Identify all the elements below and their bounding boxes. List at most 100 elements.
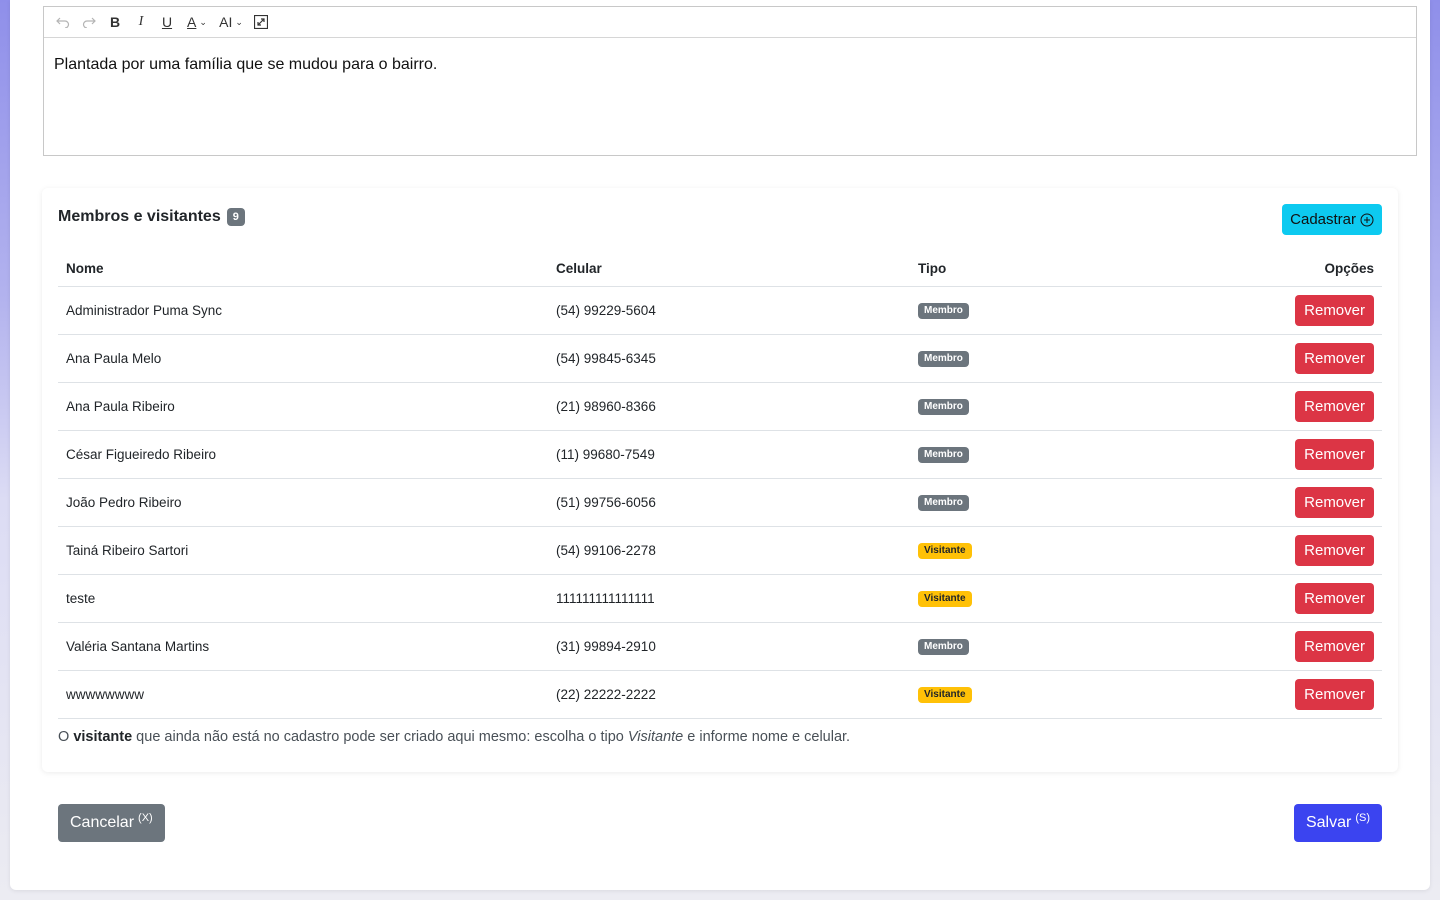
font-color-dropdown[interactable]: A ⌄ [182, 11, 212, 33]
remove-button[interactable]: Remover [1295, 294, 1374, 326]
cell-tipo: Membro [910, 334, 1210, 383]
bold-button[interactable]: B [104, 11, 126, 33]
type-badge: Membro [918, 351, 969, 367]
cell-celular: (21) 98960-8366 [548, 382, 910, 431]
note-text: e informe nome e celular. [683, 729, 851, 745]
cell-celular: (54) 99229-5604 [548, 286, 910, 335]
cell-tipo: Membro [910, 430, 1210, 479]
type-badge: Visitante [918, 543, 972, 559]
type-badge: Membro [918, 303, 969, 319]
cell-tipo: Membro [910, 286, 1210, 335]
cell-nome: Tainá Ribeiro Sartori [58, 526, 548, 575]
cell-tipo: Visitante [910, 526, 1210, 575]
cell-nome: Administrador Puma Sync [58, 286, 548, 335]
table-header-row: Nome Celular Tipo Opções [58, 252, 1382, 287]
cell-celular: (54) 99845-6345 [548, 334, 910, 383]
note-italic: Visitante [627, 729, 684, 745]
type-badge: Membro [918, 399, 969, 415]
save-label: Salvar [1305, 814, 1352, 831]
column-header-opcoes: Opções [1210, 252, 1382, 287]
column-header-tipo: Tipo [910, 252, 1210, 287]
type-badge: Visitante [918, 591, 972, 607]
table-row: Administrador Puma Sync (54) 99229-5604 Me… [58, 286, 1382, 335]
note-text: que ainda não está no cadastro pode ser … [132, 729, 628, 745]
plus-circle-icon [1360, 213, 1374, 226]
table-row: Ana Paula Ribeiro (21) 98960-8366 Membro Re… [58, 382, 1382, 431]
cell-nome: wwwwwwww [58, 670, 548, 719]
cancel-button[interactable]: Cancelar (X) [58, 804, 165, 842]
note-bold: visitante [73, 729, 133, 745]
table-row: João Pedro Ribeiro (51) 99756-6056 Membro R… [58, 478, 1382, 527]
editor-toolbar: B I U A ⌄ AI ⌄ [44, 7, 1416, 38]
remove-button[interactable]: Remover [1295, 582, 1374, 614]
remove-button[interactable]: Remover [1295, 678, 1374, 710]
type-badge: Membro [918, 639, 969, 655]
save-shortcut: (S) [1355, 812, 1370, 824]
cell-nome: Ana Paula Ribeiro [58, 382, 548, 431]
cell-tipo: Membro [910, 478, 1210, 527]
cell-opcoes: Remover [1210, 430, 1382, 479]
italic-button[interactable]: I [130, 11, 152, 33]
redo-icon[interactable] [78, 11, 100, 33]
table-row: teste 111111111111111 Visitante Remover [58, 574, 1382, 623]
column-header-nome: Nome [58, 252, 548, 287]
cell-opcoes: Remover [1210, 574, 1382, 623]
cell-tipo: Visitante [910, 574, 1210, 623]
chevron-down-icon: ⌄ [235, 16, 243, 27]
cell-tipo: Membro [910, 622, 1210, 671]
remove-button[interactable]: Remover [1295, 438, 1374, 470]
cell-opcoes: Remover [1210, 526, 1382, 575]
type-badge: Membro [918, 495, 969, 511]
cell-nome: César Figueiredo Ribeiro [58, 430, 548, 479]
cell-celular: 111111111111111 [548, 574, 910, 623]
members-table: Nome Celular Tipo Opções Administrador P… [58, 252, 1382, 719]
font-color-icon: A [187, 14, 197, 30]
remove-button[interactable]: Remover [1295, 390, 1374, 422]
cell-nome: Ana Paula Melo [58, 334, 548, 383]
cell-tipo: Membro [910, 382, 1210, 431]
cell-tipo: Visitante [910, 670, 1210, 719]
table-row: Ana Paula Melo (54) 99845-6345 Membro Remov… [58, 334, 1382, 383]
members-table-body: Administrador Puma Sync (54) 99229-5604 Me… [58, 286, 1382, 719]
table-row: César Figueiredo Ribeiro (11) 99680-7549 M… [58, 430, 1382, 479]
cell-celular: (51) 99756-6056 [548, 478, 910, 527]
type-badge: Visitante [918, 687, 972, 703]
cell-nome: Valéria Santana Martins [58, 622, 548, 671]
editor-content[interactable]: Plantada por uma família que se mudou pa… [44, 38, 1416, 92]
page-card: B I U A ⌄ AI ⌄ Plantada por uma família … [10, 0, 1430, 890]
table-row: Valéria Santana Martins (31) 99894-2910 Me… [58, 622, 1382, 671]
members-card: Membros e visitantes 9 Cadastrar Nome Ce… [42, 188, 1398, 772]
underline-button[interactable]: U [156, 11, 178, 33]
cell-celular: (11) 99680-7549 [548, 430, 910, 479]
cell-celular: (54) 99106-2278 [548, 526, 910, 575]
remove-button[interactable]: Remover [1295, 534, 1374, 566]
rich-text-editor: B I U A ⌄ AI ⌄ Plantada por uma família … [43, 6, 1417, 156]
save-button[interactable]: Salvar (S) [1293, 804, 1382, 842]
remove-button[interactable]: Remover [1295, 486, 1374, 518]
table-row: Tainá Ribeiro Sartori (54) 99106-2278 Visi… [58, 526, 1382, 575]
add-member-label: Cadastrar [1290, 211, 1356, 228]
cell-celular: (22) 22222-2222 [548, 670, 910, 719]
cancel-shortcut: (X) [138, 812, 153, 824]
add-member-button[interactable]: Cadastrar [1282, 204, 1382, 235]
visitor-help-note: O visitante que ainda não está no cadast… [58, 729, 850, 745]
font-size-icon: AI [219, 14, 233, 30]
cancel-label: Cancelar [70, 814, 135, 831]
cell-opcoes: Remover [1210, 622, 1382, 671]
cell-celular: (31) 99894-2910 [548, 622, 910, 671]
cell-opcoes: Remover [1210, 286, 1382, 335]
note-text: O [58, 729, 74, 745]
remove-button[interactable]: Remover [1295, 630, 1374, 662]
members-count-badge: 9 [226, 208, 245, 226]
cell-opcoes: Remover [1210, 670, 1382, 719]
column-header-celular: Celular [548, 252, 910, 287]
table-row: wwwwwwww (22) 22222-2222 Visitante Remover [58, 670, 1382, 719]
members-title: Membros e visitantes [58, 208, 221, 225]
remove-button[interactable]: Remover [1295, 342, 1374, 374]
font-size-dropdown[interactable]: AI ⌄ [216, 11, 246, 33]
cell-nome: João Pedro Ribeiro [58, 478, 548, 527]
chevron-down-icon: ⌄ [199, 16, 207, 27]
type-badge: Membro [918, 447, 969, 463]
undo-icon[interactable] [52, 11, 74, 33]
fullscreen-icon[interactable] [250, 11, 272, 33]
